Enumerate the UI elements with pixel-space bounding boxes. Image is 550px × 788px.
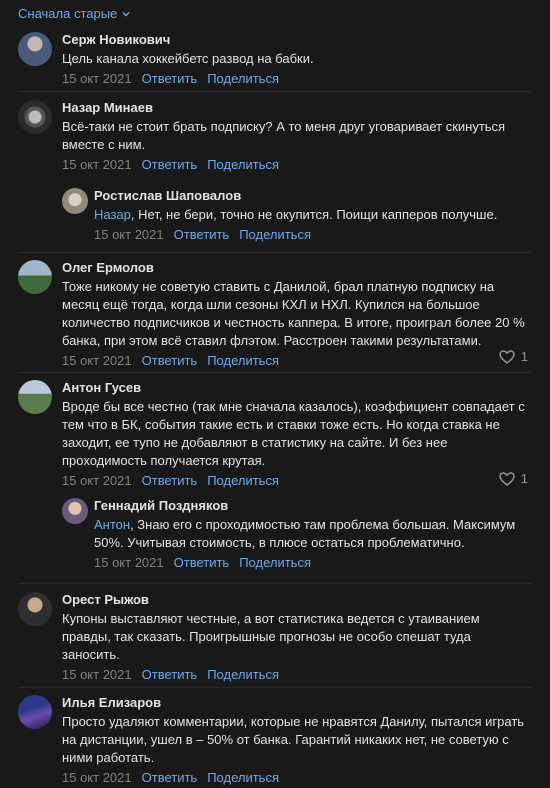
share-button[interactable]: Поделиться: [207, 157, 279, 173]
comment-date[interactable]: 15 окт 2021: [94, 555, 164, 571]
comment-text: Всё-таки не стоит брать подписку? А то м…: [62, 119, 506, 152]
comment-date[interactable]: 15 окт 2021: [62, 157, 132, 173]
sort-dropdown[interactable]: Сначала старые: [18, 6, 131, 21]
comment-text: Просто удаляют комментарии, которые не н…: [62, 714, 525, 765]
share-button[interactable]: Поделиться: [207, 473, 279, 489]
comment-date[interactable]: 15 окт 2021: [62, 667, 132, 683]
comment-author[interactable]: Илья Елизаров: [62, 695, 532, 711]
avatar[interactable]: [18, 32, 52, 66]
share-button[interactable]: Поделиться: [239, 555, 311, 571]
comment-author[interactable]: Назар Минаев: [62, 100, 532, 116]
reply-button[interactable]: Ответить: [142, 473, 198, 489]
reply-button[interactable]: Ответить: [174, 555, 230, 571]
comment-date[interactable]: 15 окт 2021: [94, 227, 164, 243]
comment-text: Цель канала хоккейбетс развод на бабки.: [62, 51, 314, 66]
divider: [18, 583, 532, 584]
divider: [18, 252, 532, 253]
avatar[interactable]: [62, 498, 88, 524]
reply-button[interactable]: Ответить: [142, 71, 198, 87]
like-button[interactable]: 1: [499, 349, 528, 364]
share-button[interactable]: Поделиться: [239, 227, 311, 243]
comment-author[interactable]: Олег Ермолов: [62, 260, 532, 276]
comment-text: Вроде бы все честно (так мне сначала каз…: [62, 399, 525, 468]
share-button[interactable]: Поделиться: [207, 353, 279, 369]
comment-date[interactable]: 15 окт 2021: [62, 353, 132, 369]
comment-text: Тоже никому не советую ставить с Данилой…: [62, 279, 525, 348]
avatar[interactable]: [18, 380, 52, 414]
divider: [18, 91, 532, 92]
mention-link[interactable]: Назар: [94, 207, 131, 222]
heart-icon: [499, 349, 515, 364]
reply-button[interactable]: Ответить: [174, 227, 230, 243]
avatar[interactable]: [18, 695, 52, 729]
comment-author[interactable]: Орест Рыжов: [62, 592, 532, 608]
avatar[interactable]: [18, 592, 52, 626]
like-button[interactable]: 1: [499, 471, 528, 486]
reply-button[interactable]: Ответить: [142, 157, 198, 173]
comment-date[interactable]: 15 окт 2021: [62, 473, 132, 489]
avatar[interactable]: [18, 260, 52, 294]
comment-author[interactable]: Геннадий Поздняков: [94, 498, 532, 514]
share-button[interactable]: Поделиться: [207, 667, 279, 683]
divider: [18, 687, 532, 688]
comment-text: , Нет, не бери, точно не окупится. Поищи…: [130, 207, 498, 222]
mention-link[interactable]: Антон: [94, 517, 130, 532]
reply-button[interactable]: Ответить: [142, 353, 198, 369]
reply-button[interactable]: Ответить: [142, 770, 198, 786]
like-count: 1: [520, 349, 528, 364]
divider: [18, 372, 532, 373]
comment-text: Купоны выставляют честные, а вот статист…: [62, 611, 480, 662]
avatar[interactable]: [18, 100, 52, 134]
heart-icon: [499, 471, 515, 486]
comment-text: , Знаю его с проходимостью там проблема …: [94, 517, 516, 550]
comment-date[interactable]: 15 окт 2021: [62, 71, 132, 87]
comment-date[interactable]: 15 окт 2021: [62, 770, 132, 786]
avatar[interactable]: [62, 188, 88, 214]
comment-author[interactable]: Ростислав Шаповалов: [94, 188, 532, 204]
chevron-down-icon: [122, 11, 130, 16]
like-count: 1: [520, 471, 528, 486]
reply-button[interactable]: Ответить: [142, 667, 198, 683]
comment-author[interactable]: Серж Новикович: [62, 32, 532, 48]
comment-author[interactable]: Антон Гусев: [62, 380, 532, 396]
share-button[interactable]: Поделиться: [207, 770, 279, 786]
sort-label: Сначала старые: [18, 6, 118, 21]
share-button[interactable]: Поделиться: [207, 71, 279, 87]
